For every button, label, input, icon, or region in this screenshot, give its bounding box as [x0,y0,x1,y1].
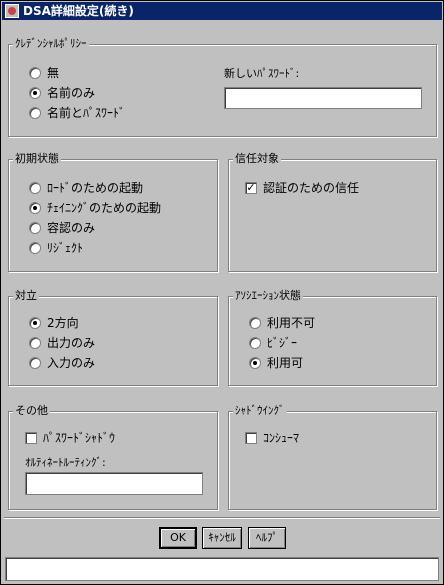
ok-button[interactable]: OK [159,527,197,549]
help-button[interactable]: ﾍﾙﾌﾟ [248,527,286,549]
opposition-title: 対立 [13,289,39,303]
radio-label: ﾘｼﾞｪｸﾄ [47,241,84,255]
radio-button[interactable] [29,87,41,99]
other-group: その他 ﾊﾟｽﾜｰﾄﾞｼｬﾄﾞｳ ｵﾙﾃｨﾈｰﾄﾙｰﾃｨﾝｸﾞ: [8,404,218,510]
radio-button[interactable] [29,107,41,119]
trust-group: 信任対象 ✓ 認証のための信任 [228,152,437,272]
credential-policy-group: ｸﾚﾃﾞﾝｼｬﾙﾎﾟﾘｼｰ 無 名前のみ 名前とﾊﾟｽﾜｰﾄﾞ 新しいﾊﾟｽﾜｰ… [8,37,437,137]
radio-button[interactable] [249,357,261,369]
other-title: その他 [13,404,50,418]
opposition-group: 対立 2方向 出力のみ 入力のみ [8,289,218,386]
radio-label: 名前とﾊﾟｽﾜｰﾄﾞ [47,106,126,120]
checkbox[interactable]: ✓ [245,182,257,194]
initial-state-title: 初期状態 [13,152,61,166]
radio-label: 出力のみ [47,336,96,350]
radio-label: 容認のみ [47,221,96,235]
checkbox[interactable] [25,432,37,444]
radio-label: 入力のみ [47,356,96,370]
initial-state-group: 初期状態 ﾛｰﾄﾞのための起動 ﾁｪｲﾆﾝｸﾞのための起動 容認のみ ﾘｼﾞｪｸ… [8,152,218,272]
credential-policy-title: ｸﾚﾃﾞﾝｼｬﾙﾎﾟﾘｼｰ [13,37,89,51]
radio-button[interactable] [29,317,41,329]
radio-button[interactable] [29,357,41,369]
trust-title: 信任対象 [233,152,281,166]
new-password-input[interactable] [224,87,422,109]
radio-label: ﾋﾞｼﾞｰ [267,336,298,350]
radio-button[interactable] [249,337,261,349]
radio-button[interactable] [29,67,41,79]
status-bar [5,557,439,581]
radio-button[interactable] [29,242,41,254]
title-bar[interactable]: DSA詳細設定(続き) [2,2,442,20]
radio-label: 無 [47,66,60,80]
shadowing-title: ｼｬﾄﾞｳｲﾝｸﾞ [233,404,287,418]
radio-label: ﾛｰﾄﾞのための起動 [47,181,144,195]
dialog-window: DSA詳細設定(続き) ｸﾚﾃﾞﾝｼｬﾙﾎﾟﾘｼｰ 無 名前のみ 名前とﾊﾟｽﾜ… [0,0,444,585]
new-password-label: 新しいﾊﾟｽﾜｰﾄﾞ: [224,67,300,80]
radio-button[interactable] [249,317,261,329]
window-title: DSA詳細設定(続き) [23,4,134,18]
app-icon [5,4,19,18]
radio-button[interactable] [29,337,41,349]
radio-button[interactable] [29,182,41,194]
radio-label: ﾁｪｲﾆﾝｸﾞのための起動 [47,201,162,215]
checkbox[interactable] [245,432,257,444]
radio-button[interactable] [29,222,41,234]
radio-label: 2方向 [47,316,79,330]
radio-label: 利用不可 [267,316,316,330]
association-state-group: ｱｿｼｴｰｼｮﾝ状態 利用不可 ﾋﾞｼﾞｰ 利用可 [228,289,437,386]
radio-label: 名前のみ [47,86,96,100]
alt-routing-input[interactable] [25,472,203,495]
checkbox-label: 認証のための信任 [263,181,360,195]
radio-label: 利用可 [267,356,304,370]
alt-routing-label: ｵﾙﾃｨﾈｰﾄﾙｰﾃｨﾝｸﾞ: [25,456,106,469]
radio-button[interactable] [29,202,41,214]
button-divider [4,517,440,519]
checkbox-label: ｺﾝｼｭｰﾏ [263,431,300,445]
cancel-button[interactable]: ｷｬﾝｾﾙ [202,527,242,549]
shadowing-group: ｼｬﾄﾞｳｲﾝｸﾞ ｺﾝｼｭｰﾏ [228,404,437,510]
checkbox-label: ﾊﾟｽﾜｰﾄﾞｼｬﾄﾞｳ [43,431,116,445]
association-state-title: ｱｿｼｴｰｼｮﾝ状態 [233,289,303,303]
